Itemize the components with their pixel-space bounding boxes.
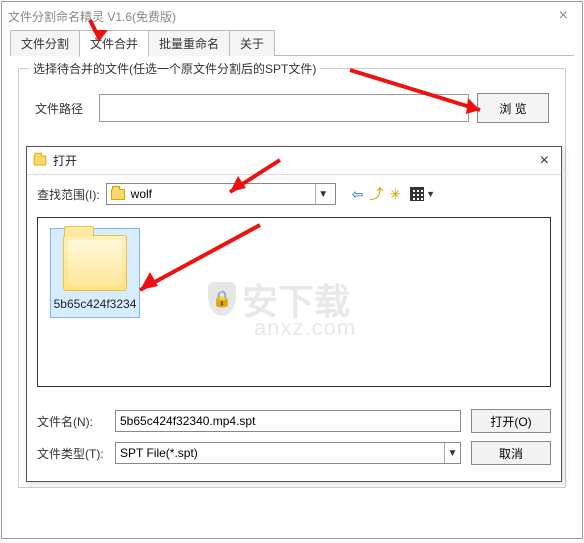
filetype-label: 文件类型(T):: [37, 445, 105, 462]
tab-rename-label: 批量重命名: [159, 37, 219, 51]
list-item-selected: 5b65c424f3234: [50, 228, 140, 318]
toolbar-icons: ⇦ ⤴ ✳ ▼: [352, 184, 438, 204]
dialog-bottom: 文件名(N): 打开(O) 文件类型(T): SPT File(*.spt) ▼…: [27, 397, 561, 475]
filename-input[interactable]: [115, 410, 461, 432]
folder-icon: [63, 235, 127, 291]
close-icon[interactable]: ×: [551, 7, 576, 25]
open-button-label: 打开(O): [490, 415, 531, 429]
browse-button-label: 浏 览: [499, 102, 526, 116]
up-folder-icon[interactable]: ⤴: [369, 184, 383, 204]
lookin-combo[interactable]: wolf ▼: [106, 183, 336, 205]
filetype-row: 文件类型(T): SPT File(*.spt) ▼ 取消: [37, 441, 551, 465]
cancel-button[interactable]: 取消: [471, 441, 551, 465]
watermark: 🔒 安下载 anxz.com: [208, 273, 350, 325]
list-item[interactable]: 5b65c424f3234: [50, 228, 140, 318]
view-mode-button[interactable]: ▼: [407, 185, 438, 203]
path-label: 文件路径: [35, 100, 91, 117]
file-list[interactable]: 🔒 安下载 anxz.com 5b65c424f3234: [37, 217, 551, 387]
tab-about-label: 关于: [240, 37, 264, 51]
lookin-label: 查找范围(I):: [37, 186, 100, 203]
open-button[interactable]: 打开(O): [471, 409, 551, 433]
dialog-titlebar: 打开 ×: [27, 147, 561, 175]
tab-split-label: 文件分割: [21, 37, 69, 51]
filetype-combo[interactable]: SPT File(*.spt) ▼: [115, 442, 461, 464]
chevron-down-icon[interactable]: ▼: [315, 184, 331, 204]
tab-merge-label: 文件合并: [90, 37, 138, 51]
tab-merge[interactable]: 文件合并: [79, 30, 149, 57]
filename-row: 文件名(N): 打开(O): [37, 409, 551, 433]
tabs: 文件分割 文件合并 批量重命名 关于: [2, 30, 582, 56]
tab-rename[interactable]: 批量重命名: [148, 30, 230, 56]
back-icon[interactable]: ⇦: [352, 186, 364, 203]
grid-icon: [410, 187, 424, 201]
tab-split[interactable]: 文件分割: [10, 30, 80, 56]
dialog-close-icon[interactable]: ×: [534, 152, 555, 170]
cancel-button-label: 取消: [499, 447, 523, 461]
lookin-value: wolf: [131, 187, 309, 201]
folder-icon: [34, 156, 47, 166]
titlebar: 文件分割命名精灵 V1.6(免费版) ×: [2, 2, 582, 30]
lock-icon: 🔒: [212, 289, 232, 309]
window-title: 文件分割命名精灵 V1.6(免费版): [8, 8, 176, 25]
watermark-en: anxz.com: [254, 315, 356, 341]
list-item-label: 5b65c424f3234: [53, 295, 137, 313]
open-dialog: 打开 × 查找范围(I): wolf ▼ ⇦ ⤴ ✳ ▼ 🔒 安下载 anxz.…: [26, 146, 562, 482]
path-row: 文件路径 浏 览: [19, 69, 565, 141]
shield-icon: 🔒: [208, 282, 236, 316]
watermark-cn: 安下载: [242, 273, 350, 325]
path-input[interactable]: [99, 94, 469, 122]
tab-about[interactable]: 关于: [229, 30, 275, 56]
dialog-toolbar: 查找范围(I): wolf ▼ ⇦ ⤴ ✳ ▼: [27, 175, 561, 213]
filetype-value: SPT File(*.spt): [120, 446, 444, 460]
dialog-title: 打开: [53, 152, 77, 169]
filename-label: 文件名(N):: [37, 413, 105, 430]
chevron-down-icon[interactable]: ▼: [444, 443, 460, 463]
browse-button[interactable]: 浏 览: [477, 93, 549, 123]
chevron-down-icon: ▼: [426, 189, 435, 199]
new-folder-icon[interactable]: ✳: [389, 186, 401, 203]
folder-icon: [111, 189, 125, 200]
groupbox-title: 选择待合并的文件(任选一个原文件分割后的SPT文件): [29, 60, 320, 77]
